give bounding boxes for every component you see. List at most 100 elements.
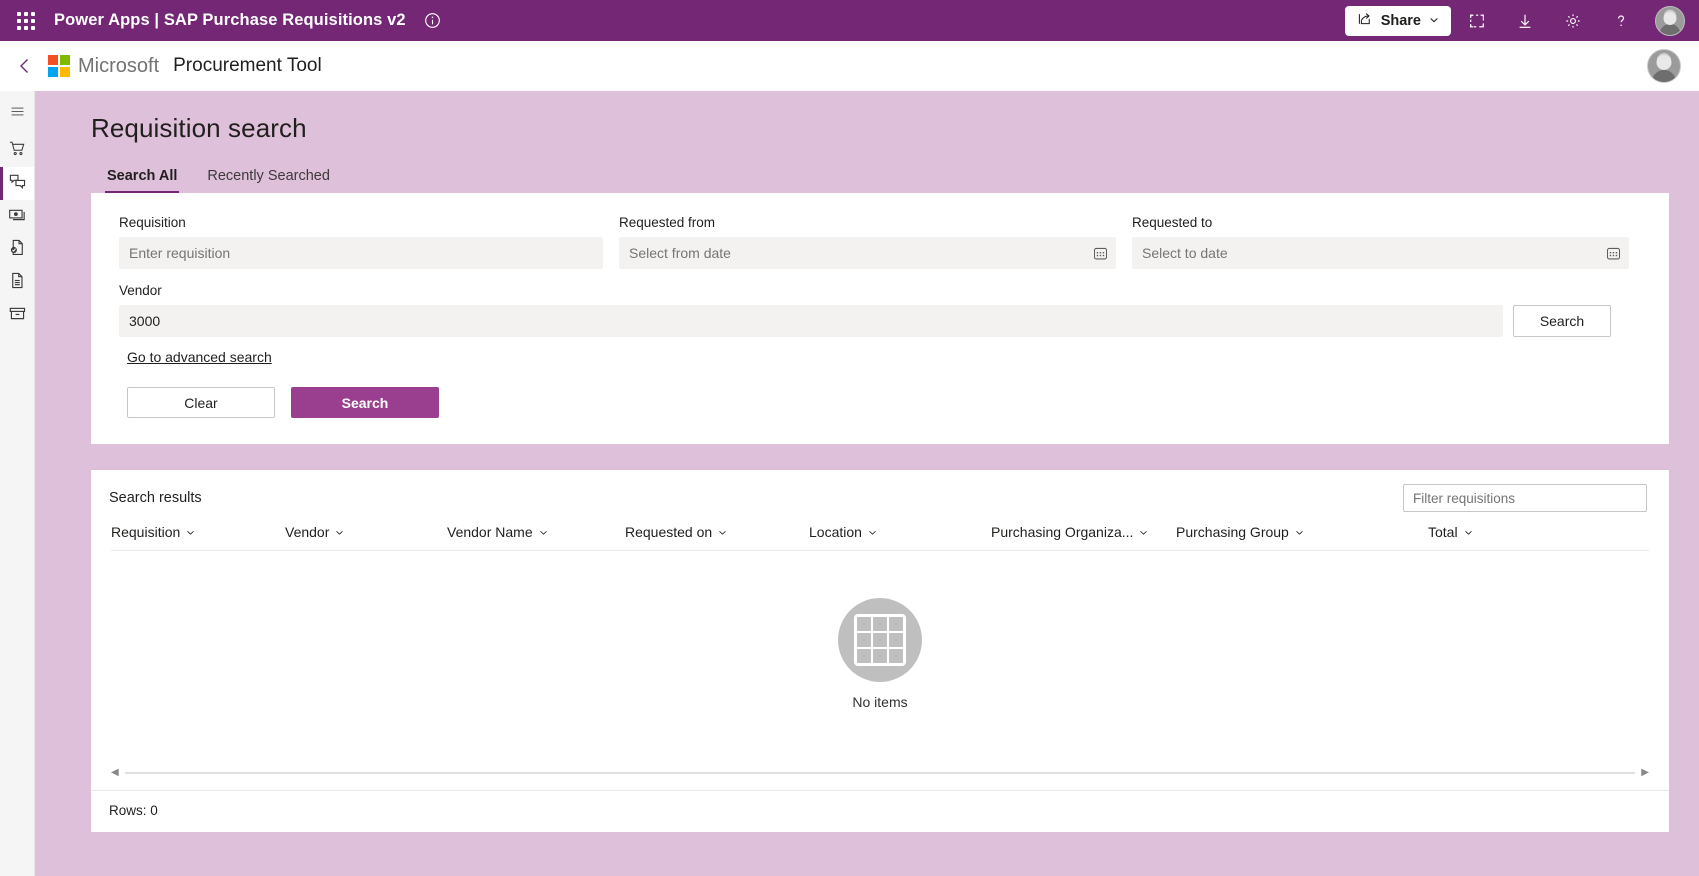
share-icon bbox=[1357, 11, 1373, 31]
app-header: Microsoft Procurement Tool bbox=[0, 41, 1699, 91]
sidebar-item-archive[interactable] bbox=[0, 299, 34, 332]
column-header-purchasing-group[interactable]: Purchasing Group bbox=[1176, 524, 1428, 540]
vendor-field: Vendor Search bbox=[119, 283, 1641, 337]
horizontal-scrollbar[interactable]: ◀ ▶ bbox=[111, 766, 1649, 780]
search-button[interactable]: Search bbox=[291, 387, 439, 418]
microsoft-logo bbox=[48, 55, 70, 77]
vendor-row: Search bbox=[119, 305, 1641, 337]
help-icon[interactable] bbox=[1599, 0, 1643, 41]
requested-from-label: Requested from bbox=[619, 215, 716, 230]
search-form-row-1: Requisition Requested from bbox=[119, 215, 1641, 269]
sidebar-item-cart[interactable] bbox=[0, 134, 34, 167]
back-chevron-icon[interactable] bbox=[8, 49, 42, 83]
document-list-icon bbox=[8, 271, 27, 295]
requested-from-wrapper bbox=[619, 237, 1116, 269]
tab-list: Search All Recently Searched bbox=[91, 168, 1669, 193]
requested-to-input[interactable] bbox=[1132, 237, 1629, 269]
gear-icon[interactable] bbox=[1551, 0, 1595, 41]
calendar-icon[interactable] bbox=[1091, 244, 1109, 262]
clear-button[interactable]: Clear bbox=[127, 387, 275, 418]
column-header-purchasing-organization[interactable]: Purchasing Organiza... bbox=[991, 524, 1176, 540]
results-title: Search results bbox=[109, 490, 202, 506]
tab-recently-searched[interactable]: Recently Searched bbox=[205, 168, 332, 193]
chevron-down-icon bbox=[1464, 524, 1473, 540]
share-button-label: Share bbox=[1380, 12, 1421, 29]
results-header: Search results bbox=[91, 470, 1669, 524]
chevron-down-icon bbox=[1295, 524, 1304, 540]
search-results-card: Search results Requisition Vendor Vendor… bbox=[91, 470, 1669, 832]
requisition-field: Requisition bbox=[119, 215, 603, 269]
column-header-requested-on[interactable]: Requested on bbox=[625, 524, 809, 540]
chevron-down-icon bbox=[186, 524, 195, 540]
empty-state-label: No items bbox=[852, 693, 908, 710]
vendor-search-button[interactable]: Search bbox=[1513, 305, 1611, 337]
chevron-down-icon bbox=[1429, 13, 1439, 29]
download-icon[interactable] bbox=[1503, 0, 1547, 41]
advanced-search-link[interactable]: Go to advanced search bbox=[127, 349, 272, 365]
calendar-icon[interactable] bbox=[1604, 244, 1622, 262]
column-label: Requisition bbox=[111, 524, 181, 540]
powerapps-top-bar: Power Apps | SAP Purchase Requisitions v… bbox=[0, 0, 1699, 41]
column-header-vendor[interactable]: Vendor bbox=[285, 524, 447, 540]
empty-state: No items bbox=[91, 551, 1669, 756]
tab-search-all[interactable]: Search All bbox=[105, 168, 180, 193]
sidebar-rail bbox=[0, 91, 35, 876]
archive-icon bbox=[8, 304, 27, 328]
page-heading: Requisition search bbox=[91, 113, 307, 143]
avatar[interactable] bbox=[1647, 49, 1681, 83]
chevron-down-icon bbox=[1139, 524, 1148, 540]
search-form-card: Requisition Requested from bbox=[91, 193, 1669, 444]
triangle-left-icon[interactable]: ◀ bbox=[111, 768, 119, 778]
column-header-vendor-name[interactable]: Vendor Name bbox=[447, 524, 625, 540]
scrollbar-track[interactable] bbox=[124, 772, 1636, 774]
cash-icon bbox=[8, 205, 27, 229]
powerapps-title: Power Apps | SAP Purchase Requisitions v… bbox=[54, 11, 406, 29]
avatar[interactable] bbox=[1655, 5, 1685, 36]
column-label: Total bbox=[1428, 524, 1458, 540]
info-icon[interactable] bbox=[424, 12, 441, 29]
vendor-input[interactable] bbox=[119, 305, 1503, 337]
form-actions: Clear Search bbox=[127, 387, 1641, 418]
requested-from-input[interactable] bbox=[619, 237, 1116, 269]
results-table-header: Requisition Vendor Vendor Name Requested… bbox=[111, 524, 1649, 551]
column-label: Purchasing Organiza... bbox=[991, 524, 1134, 540]
empty-grid-icon bbox=[838, 597, 922, 682]
menu-icon bbox=[9, 103, 26, 125]
app-launcher-icon[interactable] bbox=[8, 3, 44, 39]
share-button[interactable]: Share bbox=[1344, 5, 1451, 36]
chevron-down-icon bbox=[539, 524, 548, 540]
chevron-down-icon bbox=[718, 524, 727, 540]
sidebar-item-approvals[interactable] bbox=[0, 233, 34, 266]
powerapps-bar-actions: Share bbox=[1344, 0, 1685, 41]
filter-requisitions-input[interactable] bbox=[1403, 484, 1647, 512]
cart-icon bbox=[8, 139, 27, 163]
triangle-right-icon[interactable]: ▶ bbox=[1641, 768, 1649, 778]
page-content: Requisition search Search All Recently S… bbox=[35, 91, 1699, 876]
sidebar-item-documents[interactable] bbox=[0, 266, 34, 299]
column-header-total[interactable]: Total bbox=[1428, 524, 1473, 540]
column-label: Location bbox=[809, 524, 862, 540]
page-title: Procurement Tool bbox=[173, 55, 322, 76]
column-label: Purchasing Group bbox=[1176, 524, 1289, 540]
column-label: Requested on bbox=[625, 524, 713, 540]
chevron-down-icon bbox=[868, 524, 877, 540]
sidebar-item-menu[interactable] bbox=[0, 97, 34, 130]
requisition-label: Requisition bbox=[119, 215, 186, 230]
column-label: Vendor bbox=[285, 524, 330, 540]
chevron-down-icon bbox=[335, 524, 344, 540]
requested-to-label: Requested to bbox=[1132, 215, 1213, 230]
sidebar-item-payments[interactable] bbox=[0, 200, 34, 233]
sidebar-item-requisitions[interactable] bbox=[0, 167, 34, 200]
requested-to-field: Requested to bbox=[1132, 215, 1629, 269]
requisition-input[interactable] bbox=[119, 237, 603, 269]
feedback-icon bbox=[8, 172, 27, 196]
brand-label: Microsoft bbox=[78, 54, 160, 77]
column-header-requisition[interactable]: Requisition bbox=[111, 524, 285, 540]
column-label: Vendor Name bbox=[447, 524, 533, 540]
app-body: Requisition search Search All Recently S… bbox=[0, 91, 1699, 876]
column-header-location[interactable]: Location bbox=[809, 524, 991, 540]
vendor-label: Vendor bbox=[119, 283, 162, 298]
rows-count-label: Rows: 0 bbox=[91, 790, 1669, 818]
requested-to-wrapper bbox=[1132, 237, 1629, 269]
fit-to-screen-icon[interactable] bbox=[1455, 0, 1499, 41]
